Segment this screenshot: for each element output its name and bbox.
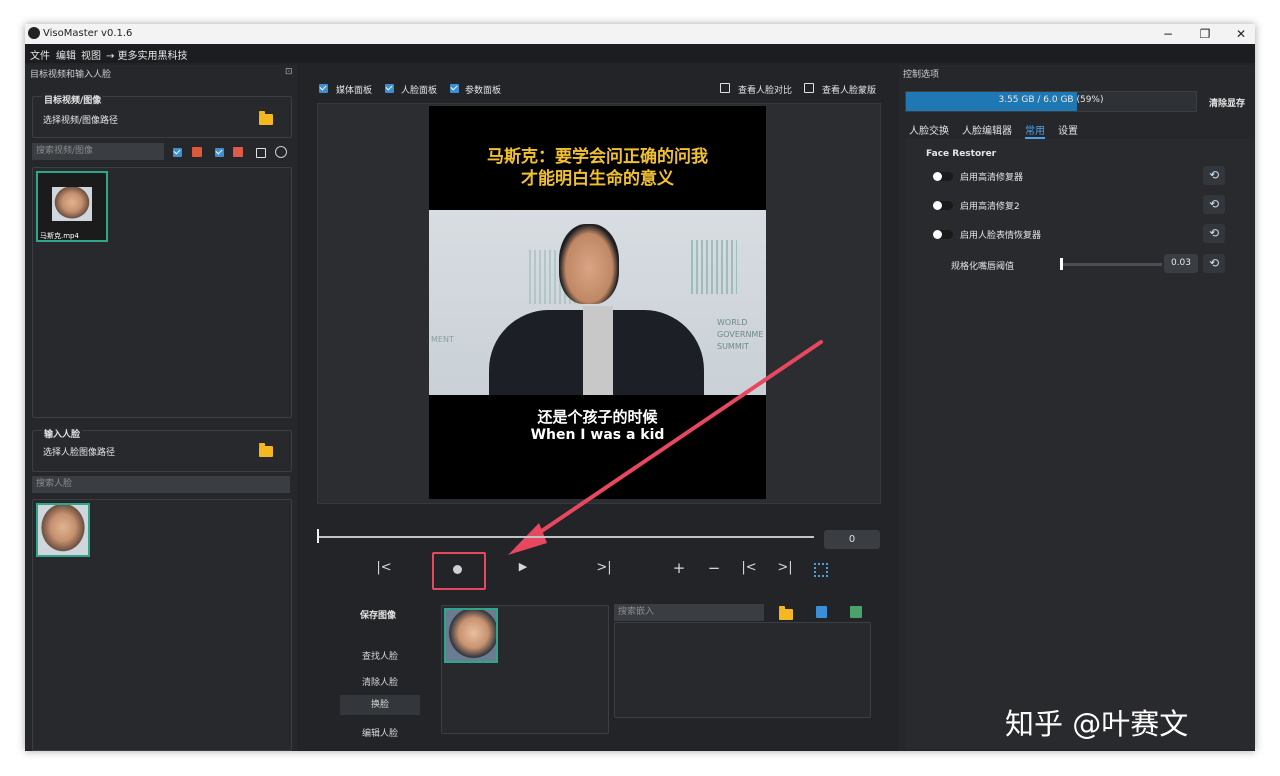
filter-images-checkbox[interactable] bbox=[173, 148, 182, 157]
title-bar: VisoMaster v0.1.6 − ❐ ✕ bbox=[25, 24, 1255, 44]
save-icon[interactable] bbox=[816, 606, 827, 618]
target-video-thumbnail[interactable]: 马斯克.mp4 bbox=[36, 171, 108, 242]
lip-threshold-handle[interactable] bbox=[1060, 258, 1063, 270]
swap-faces-button[interactable]: 换脸 bbox=[340, 695, 420, 715]
filter-webcam-checkbox[interactable] bbox=[256, 148, 266, 158]
reset-icon[interactable]: ⟲ bbox=[1203, 166, 1225, 185]
folder-icon[interactable] bbox=[259, 111, 273, 125]
menu-edit[interactable]: 编辑 bbox=[56, 47, 76, 62]
toggle-hd-restorer2-label: 启用高清修复2 bbox=[960, 202, 1020, 212]
next-frame-icon[interactable]: >| bbox=[775, 560, 795, 575]
image-filter-icon bbox=[192, 147, 202, 157]
left-panel-header: 目标视频和输入人脸 bbox=[30, 70, 112, 80]
tab-face-editor[interactable]: 人脸编辑器 bbox=[962, 122, 1012, 137]
timeline-slider[interactable] bbox=[317, 536, 814, 538]
play-icon[interactable]: ▶ bbox=[513, 560, 533, 573]
video-filter-icon bbox=[233, 147, 243, 157]
search-face-input[interactable]: 搜索人脸 bbox=[32, 476, 290, 493]
clear-faces-button[interactable]: 清除人脸 bbox=[340, 675, 420, 688]
right-panel: 控制选项 3.55 GB / 6.0 GB (59%) 清除显存 人脸交换 人脸… bbox=[899, 65, 1255, 751]
folder-icon[interactable] bbox=[259, 443, 273, 457]
save-as-icon[interactable] bbox=[850, 606, 862, 618]
filter-videos-checkbox[interactable] bbox=[215, 148, 224, 157]
detected-faces-list bbox=[441, 605, 609, 734]
watermark: 知乎 @叶赛文 bbox=[1005, 707, 1189, 741]
target-thumb-caption: 马斯克.mp4 bbox=[40, 232, 79, 240]
minus-icon[interactable]: − bbox=[704, 559, 724, 577]
input-face-list bbox=[32, 499, 292, 751]
input-face-thumbnail[interactable] bbox=[36, 503, 90, 557]
menu-file[interactable]: 文件 bbox=[30, 47, 50, 62]
tab-common[interactable]: 常用 bbox=[1025, 122, 1045, 139]
timeline-handle[interactable] bbox=[317, 529, 319, 543]
webcam-icon bbox=[275, 146, 287, 158]
center-panel: 媒体面板 人脸面板 参数面板 查看人脸对比 查看人脸蒙版 马斯克：要学会问正确的… bbox=[301, 65, 894, 751]
embedding-list bbox=[614, 622, 871, 718]
tab-settings[interactable]: 设置 bbox=[1058, 122, 1078, 137]
menu-bar: 文件 编辑 视图 → 更多实用黑科技 bbox=[25, 44, 1255, 63]
plus-icon[interactable]: + bbox=[669, 559, 689, 577]
lip-threshold-slider[interactable] bbox=[1060, 263, 1162, 266]
search-embed-input[interactable]: 搜索嵌入 bbox=[614, 604, 764, 621]
undock-icon[interactable]: ⊡ bbox=[285, 67, 293, 77]
target-media-group: 目标视频/图像 选择视频/图像路径 bbox=[32, 93, 292, 138]
skip-end-icon[interactable]: >| bbox=[594, 560, 614, 575]
save-image-button[interactable]: 保存图像 bbox=[360, 608, 396, 621]
left-panel: 目标视频和输入人脸 ⊡ 目标视频/图像 选择视频/图像路径 搜索视频/图像 马斯… bbox=[25, 65, 297, 751]
detected-face-thumbnail[interactable] bbox=[444, 608, 498, 663]
window-title: VisoMaster v0.1.6 bbox=[43, 28, 133, 39]
toggle-hd-restorer2[interactable] bbox=[933, 201, 953, 210]
tab-content: Face Restorer 启用高清修复器 ⟲ 启用高清修复2 ⟲ 启用人脸表情… bbox=[905, 139, 1255, 749]
skip-start-icon[interactable]: |< bbox=[374, 560, 394, 575]
target-group-title: 目标视频/图像 bbox=[42, 93, 104, 106]
prev-frame-icon[interactable]: |< bbox=[739, 560, 759, 575]
find-faces-button[interactable]: 查找人脸 bbox=[340, 649, 420, 662]
input-path-label: 选择人脸图像路径 bbox=[43, 448, 116, 458]
right-panel-header: 控制选项 bbox=[903, 70, 940, 80]
target-path-label: 选择视频/图像路径 bbox=[43, 116, 119, 126]
target-thumb-image bbox=[52, 187, 92, 221]
toggle-expression-restorer-label: 启用人脸表情恢复器 bbox=[960, 231, 1042, 241]
input-face-group: 输入人脸 选择人脸图像路径 bbox=[32, 427, 292, 472]
fullscreen-icon[interactable] bbox=[814, 563, 828, 577]
search-target-input[interactable]: 搜索视频/图像 bbox=[32, 143, 164, 160]
target-media-list: 马斯克.mp4 bbox=[32, 167, 292, 418]
record-icon[interactable] bbox=[453, 565, 462, 574]
toggle-expression-restorer[interactable] bbox=[933, 230, 953, 239]
toggle-hd-restorer-label: 启用高清修复器 bbox=[960, 173, 1024, 183]
toggle-hd-restorer[interactable] bbox=[933, 172, 953, 181]
lip-threshold-label: 规格化嘴唇阈值 bbox=[951, 262, 1015, 272]
clear-memory-button[interactable]: 清除显存 bbox=[1209, 96, 1245, 109]
section-title: Face Restorer bbox=[926, 149, 997, 159]
reset-icon[interactable]: ⟲ bbox=[1203, 224, 1225, 243]
restore-button[interactable]: ❐ bbox=[1190, 25, 1220, 43]
reset-icon[interactable]: ⟲ bbox=[1203, 195, 1225, 214]
input-group-title: 输入人脸 bbox=[42, 427, 83, 440]
menu-view[interactable]: 视图 bbox=[81, 47, 101, 62]
app-icon bbox=[28, 27, 40, 39]
minimize-button[interactable]: − bbox=[1153, 25, 1183, 43]
edit-faces-button[interactable]: 编辑人脸 bbox=[340, 726, 420, 739]
menu-more-tools[interactable]: → 更多实用黑科技 bbox=[106, 47, 188, 62]
frame-number-input[interactable]: 0 bbox=[824, 530, 880, 549]
memory-bar: 3.55 GB / 6.0 GB (59%) bbox=[905, 91, 1197, 112]
folder-icon[interactable] bbox=[779, 606, 793, 620]
close-button[interactable]: ✕ bbox=[1226, 25, 1255, 43]
lip-threshold-value[interactable]: 0.03 bbox=[1164, 254, 1198, 273]
memory-text: 3.55 GB / 6.0 GB (59%) bbox=[998, 95, 1104, 105]
tab-face-swap[interactable]: 人脸交换 bbox=[909, 122, 949, 137]
reset-icon[interactable]: ⟲ bbox=[1203, 254, 1225, 273]
